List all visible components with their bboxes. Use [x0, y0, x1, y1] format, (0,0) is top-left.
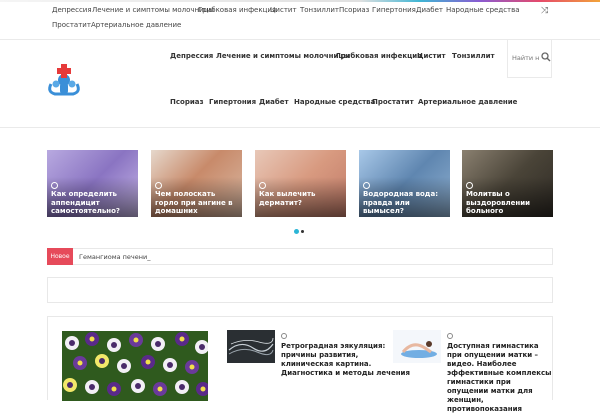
- nav-item-prostatitis[interactable]: Простатит: [372, 98, 414, 106]
- slider-dot-2[interactable]: [301, 230, 304, 233]
- nav-item-psoriasis[interactable]: Псориаз: [170, 98, 204, 106]
- top-link-hypertension[interactable]: Гипертония: [372, 6, 416, 14]
- search-box: [507, 40, 552, 78]
- header: Депрессия Лечение и симптомы молочницы Г…: [0, 40, 600, 128]
- featured-slider: Как определить аппендицит самостоятельно…: [47, 150, 553, 217]
- news-ticker: Новое Гемангиома печени_: [47, 248, 553, 265]
- top-link-psoriasis[interactable]: Псориаз: [339, 6, 369, 14]
- clock-icon: [281, 333, 287, 339]
- slide-hydrogen-water[interactable]: Водородная вода: правда или вымысел?: [359, 150, 450, 217]
- top-link-depression[interactable]: Депрессия: [52, 6, 92, 14]
- nav-item-hypertension[interactable]: Гипертония: [209, 98, 256, 106]
- ad-block: [47, 277, 553, 303]
- post-thumb-gymnastics[interactable]: [393, 330, 441, 363]
- nav-item-diabetes[interactable]: Диабет: [259, 98, 289, 106]
- nav-item-cystitis[interactable]: Цистит: [417, 52, 446, 60]
- nav-item-blood-pressure[interactable]: Артериальное давление: [418, 98, 517, 106]
- search-input[interactable]: [512, 52, 540, 64]
- top-link-thrush[interactable]: Лечение и симптомы молочницы: [92, 6, 214, 14]
- slide-title[interactable]: Молитвы о выздоровлении больного: [466, 190, 550, 216]
- top-link-tonsillitis[interactable]: Тонзиллит: [300, 6, 339, 14]
- top-link-prostatitis[interactable]: Простатит: [52, 21, 91, 29]
- clock-icon: [363, 182, 370, 189]
- slide-dermatitis[interactable]: Как вылечить дерматит?: [255, 150, 346, 217]
- top-link-diabetes[interactable]: Диабет: [416, 6, 443, 14]
- clock-icon: [51, 182, 58, 189]
- slider-dot-1[interactable]: [294, 229, 299, 234]
- clock-icon: [155, 182, 162, 189]
- nav-item-folk-remedies[interactable]: Народные средства: [294, 98, 375, 106]
- top-link-folk-remedies[interactable]: Народные средства: [446, 6, 520, 14]
- slide-throat[interactable]: Чем полоскать горло при ангине в домашни…: [151, 150, 242, 217]
- post-thumb-ejaculation[interactable]: [227, 330, 275, 363]
- slide-title[interactable]: Как вылечить дерматит?: [259, 190, 343, 207]
- nav-item-depression[interactable]: Депрессия: [170, 52, 213, 60]
- nav-item-fungal[interactable]: Грибковая инфекция: [336, 52, 422, 60]
- search-icon[interactable]: [541, 52, 551, 62]
- slide-appendicitis[interactable]: Как определить аппендицит самостоятельно…: [47, 150, 138, 217]
- slider-pagination: [294, 229, 308, 234]
- post-title-gymnastics[interactable]: Доступная гимнастика при опущении матки …: [447, 342, 553, 414]
- top-link-fungal[interactable]: Грибковая инфекция: [198, 6, 276, 14]
- pansies-image[interactable]: [62, 331, 208, 401]
- slide-title[interactable]: Водородная вода: правда или вымысел?: [363, 190, 447, 216]
- clock-icon: [447, 333, 453, 339]
- top-link-cystitis[interactable]: Цистит: [270, 6, 297, 14]
- slide-prayers[interactable]: Молитвы о выздоровлении больного: [462, 150, 553, 217]
- nav-item-thrush[interactable]: Лечение и симптомы молочницы: [216, 52, 350, 60]
- clock-icon: [466, 182, 473, 189]
- slide-title[interactable]: Как определить аппендицит самостоятельно…: [51, 190, 135, 216]
- site-logo[interactable]: [45, 62, 83, 96]
- nav-item-tonsillitis[interactable]: Тонзиллит: [452, 52, 495, 60]
- top-bar: Депрессия Лечение и симптомы молочницы Г…: [0, 2, 600, 40]
- post-title-ejaculation[interactable]: Ретроградная эякуляция: причины развития…: [281, 342, 411, 378]
- clock-icon: [259, 182, 266, 189]
- slide-title[interactable]: Чем полоскать горло при ангине в домашни…: [155, 190, 239, 217]
- ticker-headline[interactable]: Гемангиома печени_: [79, 249, 150, 265]
- shuffle-icon[interactable]: ⤨: [541, 6, 551, 16]
- top-link-blood-pressure[interactable]: Артериальное давление: [91, 21, 181, 29]
- post-grid: Ретроградная эякуляция: причины развития…: [47, 316, 553, 413]
- ticker-badge: Новое: [47, 248, 73, 265]
